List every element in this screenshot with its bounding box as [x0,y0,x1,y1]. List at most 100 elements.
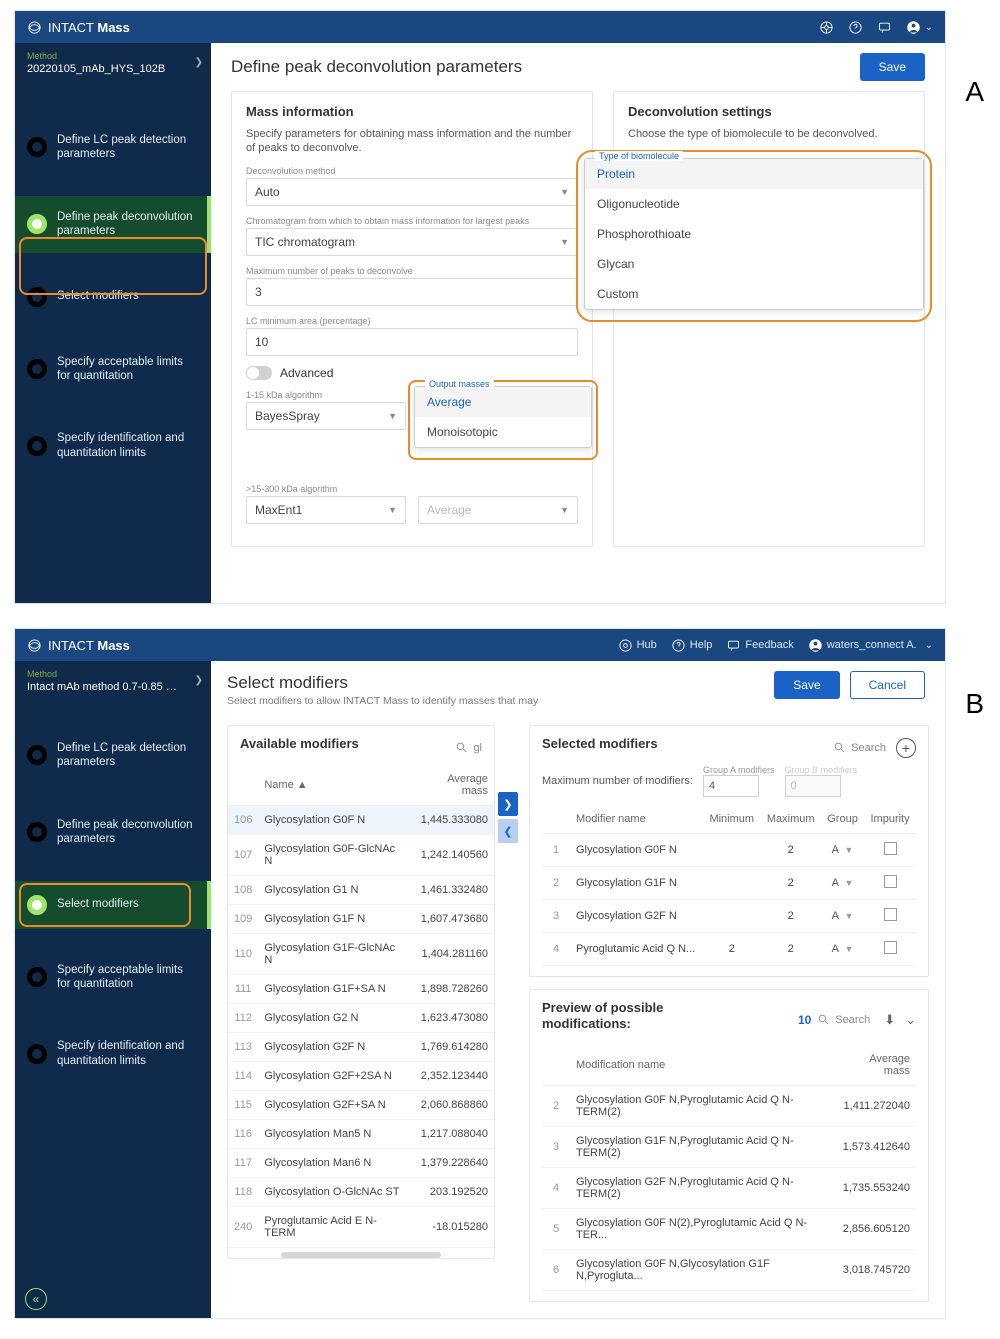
search-icon [817,1013,830,1026]
biomolecule-option[interactable]: Protein [585,159,923,189]
mass-info-heading: Mass information [246,104,578,119]
table-row[interactable]: 109Glycosylation G1F N1,607.473680 [228,905,494,934]
main-content-b: Select modifiers Select modifiers to all… [211,661,945,1318]
table-row[interactable]: 2Glycosylation G1F N2A ▼ [542,867,916,900]
hub-icon[interactable] [819,20,834,35]
chevron-right-icon: ❯ [195,57,203,68]
table-row[interactable]: 114Glycosylation G2F+2SA N2,352.123440 [228,1062,494,1091]
table-row[interactable]: 112Glycosylation G2 N1,623.473080 [228,1004,494,1033]
help-icon[interactable] [848,20,863,35]
biomolecule-option[interactable]: Oligonucleotide [585,189,923,219]
sidebar-step[interactable]: Define LC peak detection parameters [15,119,211,176]
option-average[interactable]: Average [415,387,591,417]
impurity-checkbox[interactable] [884,875,897,888]
step-ring-icon [27,359,47,379]
sidebar-step[interactable]: Specify acceptable limits for quantitati… [15,341,211,398]
scrollbar[interactable] [281,1252,441,1258]
sidebar-step[interactable]: Specify acceptable limits for quantitati… [15,949,211,1006]
table-row[interactable]: 116Glycosylation Man5 N1,217.088040 [228,1120,494,1149]
biomolecule-option[interactable]: Custom [585,279,923,309]
table-row[interactable]: 111Glycosylation G1F+SA N1,898.728260 [228,975,494,1004]
available-search[interactable]: gl [455,741,482,754]
expand-icon[interactable]: ⌄ [905,1012,916,1028]
method-selector[interactable]: Method Intact mAb method 0.7-0.85 mi... … [15,661,211,701]
table-row[interactable]: 110Glycosylation G1F-GlcNAc N1,404.28116… [228,934,494,975]
output-masses-popup: Output masses Average Monoisotopic [414,386,592,448]
save-button[interactable]: Save [774,671,839,699]
sidebar-step[interactable]: Specify identification and quantitation … [15,1025,211,1082]
chevron-down-icon: ▼ [560,187,569,197]
table-row[interactable]: 118Glycosylation O-GlcNAc ST203.192520 [228,1178,494,1207]
table-row[interactable]: 117Glycosylation Man6 N1,379.228640 [228,1149,494,1178]
sidebar-step[interactable]: Select modifiers [15,881,211,929]
step-ring-icon [27,287,47,307]
sidebar-step[interactable]: Specify identification and quantitation … [15,417,211,474]
sidebar-step[interactable]: Define peak deconvolution parameters [15,804,211,861]
group-b-input [785,775,841,797]
lc-min-area-field[interactable]: LC minimum area (percentage) 10 [246,316,578,356]
table-row[interactable]: 3Glycosylation G2F N2A ▼ [542,900,916,933]
add-modifier-button[interactable]: + [896,738,916,758]
table-row[interactable]: 240Pyroglutamic Acid E N-TERM-18.015280 [228,1207,494,1248]
method-selector[interactable]: Method 20220105_mAb_HYS_102B ❯ [15,43,211,83]
move-buttons: ❯ ❮ [498,792,518,843]
biomolecule-option[interactable]: Phosphorothioate [585,219,923,249]
impurity-checkbox[interactable] [884,941,897,954]
page-title: Define peak deconvolution parameters [231,57,925,77]
hub-link[interactable]: Hub [618,638,657,653]
biomolecule-popup: Type of biomolecule ProteinOligonucleoti… [584,158,924,310]
sidebar-step[interactable]: Select modifiers [15,273,211,321]
impurity-checkbox[interactable] [884,842,897,855]
table-row[interactable]: 107Glycosylation G0F-GlcNAc N1,242.14056… [228,835,494,876]
group-a-input[interactable] [703,775,759,797]
algo-15-300-field[interactable]: >15-300 kDa algorithm MaxEnt1▼ [246,484,406,524]
max-peaks-field[interactable]: Maximum number of peaks to deconvolve 3 [246,266,578,306]
feedback-link[interactable]: Feedback [726,638,793,653]
table-row: 4Glycosylation G2F N,Pyroglutamic Acid Q… [542,1168,916,1209]
step-ring-icon [27,214,47,234]
option-monoisotopic[interactable]: Monoisotopic [415,417,591,447]
panel-a: INTACT Mass ⌄ Method 20220105_mAb_HYS_10… [14,10,946,604]
search-icon [833,741,846,754]
preview-count: 10 [798,1013,811,1027]
step-ring-icon [27,436,47,456]
output-masses-field[interactable]: Output masses Average Monoisotopic [418,390,578,430]
sidebar-step[interactable]: Define peak deconvolution parameters [15,196,211,253]
advanced-toggle[interactable]: Advanced [246,366,578,380]
feedback-icon[interactable] [877,20,892,35]
user-menu[interactable]: ⌄ [906,20,933,35]
help-link[interactable]: Help [671,638,713,653]
chevron-right-icon: ❯ [195,675,203,686]
step-ring-icon [27,967,47,987]
deconv-settings-card: Deconvolution settings Choose the type o… [613,91,925,547]
table-row[interactable]: 1Glycosylation G0F N2A ▼ [542,834,916,867]
deconv-method-field[interactable]: Deconvolution method Auto▼ [246,166,578,206]
table-row[interactable]: 115Glycosylation G2F+SA N2,060.868860 [228,1091,494,1120]
step-ring-icon [27,895,47,915]
chromatogram-field[interactable]: Chromatogram from which to obtain mass i… [246,216,578,256]
app-header-b: INTACT Mass Hub Help Feedback waters_con… [15,629,945,661]
table-row[interactable]: 108Glycosylation G1 N1,461.332480 [228,876,494,905]
table-row[interactable]: 4Pyroglutamic Acid Q N...22A ▼ [542,933,916,966]
sidebar-step[interactable]: Define LC peak detection parameters [15,727,211,784]
cancel-button[interactable]: Cancel [850,671,925,699]
selected-search[interactable]: Search [833,741,886,754]
table-row[interactable]: 113Glycosylation G2F N1,769.614280 [228,1033,494,1062]
collapse-sidebar-icon[interactable]: « [25,1288,47,1310]
algo-1-15-field[interactable]: 1-15 kDa algorithm BayesSpray▼ [246,390,406,430]
table-row: 2Glycosylation G0F N,Pyroglutamic Acid Q… [542,1086,916,1127]
save-button[interactable]: Save [860,53,925,81]
selected-modifiers-card: Selected modifiers Search + Maximum numb… [529,725,929,977]
preview-search[interactable]: Search [817,1013,870,1026]
move-left-button[interactable]: ❮ [498,819,518,843]
biomolecule-option[interactable]: Glycan [585,249,923,279]
app-logo: INTACT Mass [27,20,130,35]
col-name[interactable]: Name ▲ [258,765,412,806]
step-ring-icon [27,137,47,157]
col-mass[interactable]: Average mass [412,765,494,806]
move-right-button[interactable]: ❯ [498,792,518,816]
table-row[interactable]: 106Glycosylation G0F N1,445.333080 [228,806,494,835]
user-menu[interactable]: waters_connect A.⌄ [808,638,933,653]
download-icon[interactable]: ⬇ [884,1012,895,1028]
impurity-checkbox[interactable] [884,908,897,921]
